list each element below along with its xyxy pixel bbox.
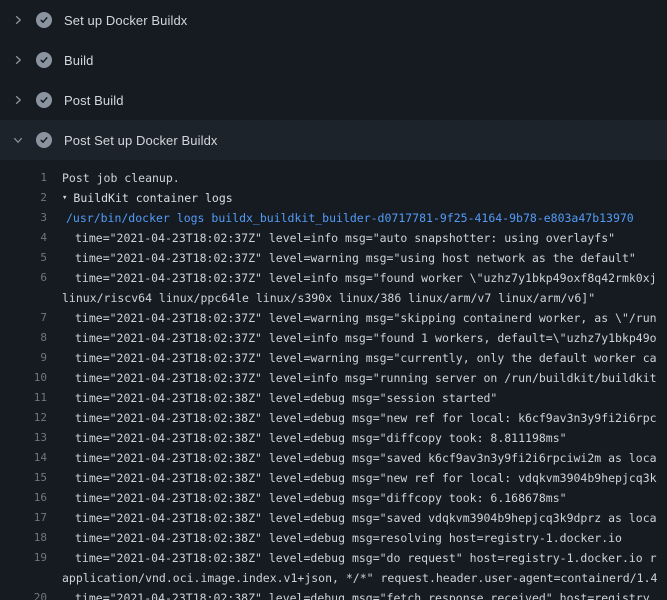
log-line: 5 time="2021-04-23T18:02:37Z" level=warn… [0,248,667,268]
log-line-text: time="2021-04-23T18:02:38Z" level=debug … [47,388,497,408]
log-line: 10 time="2021-04-23T18:02:37Z" level=inf… [0,368,667,388]
check-circle-icon [36,92,52,108]
log-line-number[interactable]: 12 [0,408,47,428]
log-line-text: time="2021-04-23T18:02:38Z" level=debug … [47,548,657,568]
log-line-text: time="2021-04-23T18:02:37Z" level=info m… [47,328,657,348]
log-line-number[interactable]: 15 [0,468,47,488]
log-line-text: time="2021-04-23T18:02:38Z" level=debug … [47,588,650,600]
log-line-text: time="2021-04-23T18:02:38Z" level=debug … [47,528,622,548]
log-line-text: time="2021-04-23T18:02:38Z" level=debug … [47,408,657,428]
log-line: 19 time="2021-04-23T18:02:38Z" level=deb… [0,548,667,568]
log-line-number[interactable]: 10 [0,368,47,388]
log-line: 12 time="2021-04-23T18:02:38Z" level=deb… [0,408,667,428]
log-line: 4 time="2021-04-23T18:02:37Z" level=info… [0,228,667,248]
log-line-text: time="2021-04-23T18:02:37Z" level=warnin… [47,248,636,268]
log-line-text: time="2021-04-23T18:02:38Z" level=debug … [47,428,567,448]
log-line-number[interactable]: 2 [0,188,47,208]
log-line: 15 time="2021-04-23T18:02:38Z" level=deb… [0,468,667,488]
log-area: 1 Post job cleanup. 2 ▾BuildKit containe… [0,160,667,600]
log-line-number[interactable]: 19 [0,548,47,568]
step-header[interactable]: Post Set up Docker Buildx [0,120,667,160]
log-line-text: time="2021-04-23T18:02:38Z" level=debug … [47,468,657,488]
log-line-number[interactable]: 11 [0,388,47,408]
log-line-number[interactable]: 20 [0,588,47,600]
step-label: Build [64,53,93,68]
step-label: Post Set up Docker Buildx [64,133,218,148]
log-line: 14 time="2021-04-23T18:02:38Z" level=deb… [0,448,667,468]
log-group-header[interactable]: 2 ▾BuildKit container logs [0,188,667,208]
log-line-text: time="2021-04-23T18:02:37Z" level=warnin… [47,348,657,368]
log-line-text: time="2021-04-23T18:02:37Z" level=warnin… [47,308,657,328]
group-caret-down-icon[interactable]: ▾ [47,188,67,208]
log-line-text: application/vnd.oci.image.index.v1+json,… [47,568,657,588]
log-line: 11 time="2021-04-23T18:02:38Z" level=deb… [0,388,667,408]
log-line-number[interactable]: 17 [0,508,47,528]
log-line: 13 time="2021-04-23T18:02:38Z" level=deb… [0,428,667,448]
log-line-continuation: application/vnd.oci.image.index.v1+json,… [0,568,667,588]
check-circle-icon [36,52,52,68]
log-line-text: time="2021-04-23T18:02:38Z" level=debug … [47,448,657,468]
log-line-number [0,568,47,588]
chevron-right-icon [10,12,26,28]
log-line-continuation: linux/riscv64 linux/ppc64le linux/s390x … [0,288,667,308]
log-line-number[interactable]: 16 [0,488,47,508]
log-line-number[interactable]: 13 [0,428,47,448]
log-line-number [0,288,47,308]
log-line-number[interactable]: 18 [0,528,47,548]
step-label: Set up Docker Buildx [64,13,187,28]
chevron-down-icon [10,132,26,148]
log-line-number[interactable]: 9 [0,348,47,368]
log-line: 6 time="2021-04-23T18:02:37Z" level=info… [0,268,667,288]
log-line-text: linux/riscv64 linux/ppc64le linux/s390x … [47,288,595,308]
log-line: 16 time="2021-04-23T18:02:38Z" level=deb… [0,488,667,508]
log-line: 7 time="2021-04-23T18:02:37Z" level=warn… [0,308,667,328]
log-line-number[interactable]: 4 [0,228,47,248]
log-line: 3 /usr/bin/docker logs buildx_buildkit_b… [0,208,667,228]
log-line-text: time="2021-04-23T18:02:38Z" level=debug … [47,508,657,528]
log-line-number[interactable]: 14 [0,448,47,468]
log-line-text: Post job cleanup. [47,168,180,188]
step-header[interactable]: Set up Docker Buildx [0,0,667,40]
log-line-text: time="2021-04-23T18:02:37Z" level=info m… [47,228,615,248]
log-line-number[interactable]: 8 [0,328,47,348]
log-line-text: /usr/bin/docker logs buildx_buildkit_bui… [47,208,634,228]
log-line: 18 time="2021-04-23T18:02:38Z" level=deb… [0,528,667,548]
check-circle-icon [36,12,52,28]
chevron-right-icon [10,92,26,108]
log-line-text: time="2021-04-23T18:02:37Z" level=info m… [47,268,657,288]
log-line-number[interactable]: 1 [0,168,47,188]
log-line-number[interactable]: 7 [0,308,47,328]
steps-list: Set up Docker Buildx Build Post Build [0,0,667,160]
log-line: 20 time="2021-04-23T18:02:38Z" level=deb… [0,588,667,600]
log-line-number[interactable]: 5 [0,248,47,268]
step-header[interactable]: Build [0,40,667,80]
log-line-text: time="2021-04-23T18:02:38Z" level=debug … [47,488,567,508]
log-line: 1 Post job cleanup. [0,168,667,188]
log-line: 17 time="2021-04-23T18:02:38Z" level=deb… [0,508,667,528]
log-line: 8 time="2021-04-23T18:02:37Z" level=info… [0,328,667,348]
step-header[interactable]: Post Build [0,80,667,120]
log-line-text: time="2021-04-23T18:02:37Z" level=info m… [47,368,657,388]
chevron-right-icon [10,52,26,68]
log-line: 9 time="2021-04-23T18:02:37Z" level=warn… [0,348,667,368]
actions-log-viewer: Set up Docker Buildx Build Post Build [0,0,667,600]
log-line-text: BuildKit container logs [67,188,232,208]
check-circle-icon [36,132,52,148]
log-line-number[interactable]: 3 [0,208,47,228]
log-line-number[interactable]: 6 [0,268,47,288]
step-label: Post Build [64,93,124,108]
